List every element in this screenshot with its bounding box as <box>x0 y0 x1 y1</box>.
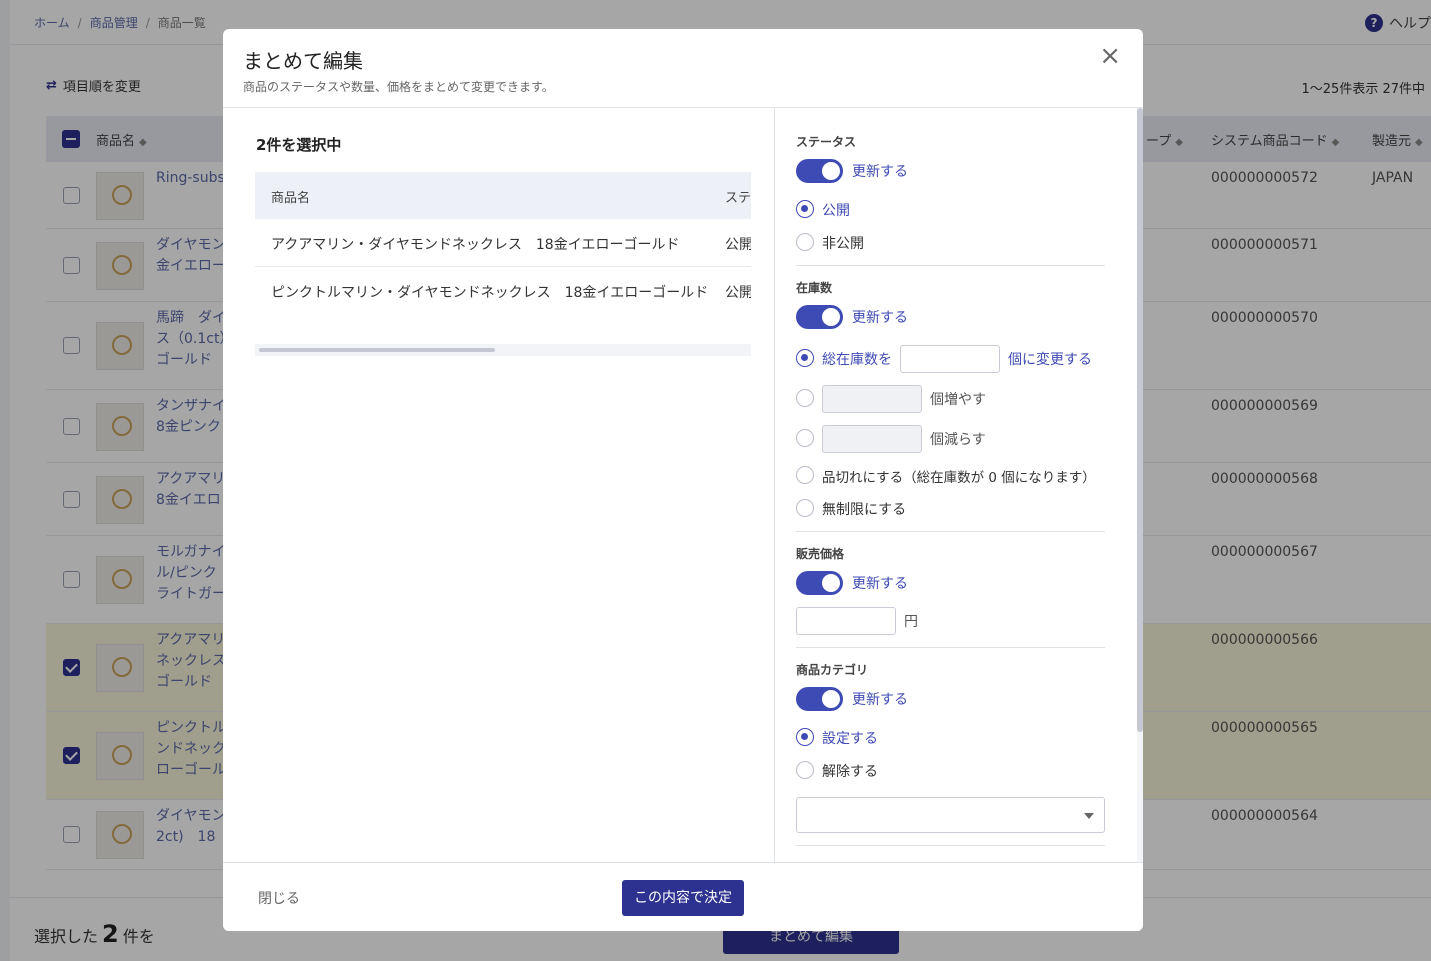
stock-soldout-label: 品切れにする（総在庫数が 0 個になります） <box>822 470 1096 486</box>
stock-unlimited-radio[interactable] <box>796 499 814 517</box>
divider <box>796 647 1105 648</box>
price-input[interactable] <box>796 607 896 635</box>
stock-increase-suffix: 個増やす <box>930 392 986 408</box>
stock-unlimited-label: 無制限にする <box>822 502 907 518</box>
table-header: 商品名 ステー <box>255 172 751 219</box>
modal-title: まとめて編集 <box>243 49 363 73</box>
close-icon[interactable]: × <box>1099 43 1121 69</box>
divider <box>796 845 1105 846</box>
stock-update-toggle[interactable] <box>796 305 843 329</box>
status-update-toggle[interactable] <box>796 159 843 183</box>
stock-decrease-input[interactable] <box>822 425 922 453</box>
product-name: ピンクトルマリン・ダイヤモンドネックレス 18金イエローゴールド <box>271 285 709 301</box>
stock-total-radio[interactable] <box>796 349 814 367</box>
vertical-scrollbar[interactable] <box>1137 108 1143 862</box>
modal-footer: 閉じる この内容で決定 <box>223 862 1143 931</box>
edit-options-panel: ステータス 更新する 公開 非公開 在庫数 更新する 総在庫数を 個に変更する … <box>776 108 1143 862</box>
confirm-button[interactable]: この内容で決定 <box>622 880 744 916</box>
stock-toggle-label: 更新する <box>852 310 908 326</box>
status-private-label: 非公開 <box>822 236 864 252</box>
category-select[interactable] <box>796 797 1105 833</box>
category-set-label: 設定する <box>822 731 878 747</box>
stock-decrease-suffix: 個減らす <box>930 432 986 448</box>
category-update-toggle[interactable] <box>796 687 843 711</box>
category-toggle-label: 更新する <box>852 692 908 708</box>
chevron-down-icon <box>1084 813 1094 819</box>
stock-decrease-radio[interactable] <box>796 429 814 447</box>
modal-subtitle: 商品のステータスや数量、価格をまとめて変更できます。 <box>243 80 554 94</box>
horizontal-scrollbar[interactable] <box>255 344 751 356</box>
category-unset-radio[interactable] <box>796 761 814 779</box>
price-section-title: 販売価格 <box>796 547 845 561</box>
price-update-toggle[interactable] <box>796 571 843 595</box>
modal-header: まとめて編集 商品のステータスや数量、価格をまとめて変更できます。 × <box>223 29 1143 108</box>
bulk-edit-modal: まとめて編集 商品のステータスや数量、価格をまとめて変更できます。 × 2件を選… <box>223 29 1143 931</box>
price-unit: 円 <box>904 614 918 630</box>
status-private-radio[interactable] <box>796 233 814 251</box>
close-button[interactable]: 閉じる <box>258 888 300 908</box>
table-row: ピンクトルマリン・ダイヤモンドネックレス 18金イエローゴールド 公開 <box>255 267 751 314</box>
header-product-name: 商品名 <box>271 191 311 206</box>
stock-section-title: 在庫数 <box>796 281 833 295</box>
stock-total-label: 総在庫数を <box>822 352 892 368</box>
status-public-label: 公開 <box>822 203 850 219</box>
header-status: ステー <box>725 191 751 206</box>
table-row: アクアマリン・ダイヤモンドネックレス 18金イエローゴールド 公開 <box>255 219 751 267</box>
status-public-radio[interactable] <box>796 200 814 218</box>
category-section-title: 商品カテゴリ <box>796 663 869 677</box>
status-section-title: ステータス <box>796 135 857 149</box>
stock-increase-radio[interactable] <box>796 389 814 407</box>
product-name: アクアマリン・ダイヤモンドネックレス 18金イエローゴールド <box>271 237 680 253</box>
status-toggle-label: 更新する <box>852 164 908 180</box>
stock-increase-input[interactable] <box>822 385 922 413</box>
selected-products-table: 商品名 ステー アクアマリン・ダイヤモンドネックレス 18金イエローゴールド 公… <box>255 172 751 314</box>
stock-total-suffix: 個に変更する <box>1008 352 1092 368</box>
stock-total-input[interactable] <box>900 345 1000 373</box>
stock-soldout-radio[interactable] <box>796 466 814 484</box>
product-status: 公開 <box>725 285 751 301</box>
product-status: 公開 <box>725 237 751 253</box>
divider <box>796 531 1105 532</box>
category-set-radio[interactable] <box>796 728 814 746</box>
category-unset-label: 解除する <box>822 764 878 780</box>
selected-count: 2件を選択中 <box>256 136 342 154</box>
divider <box>796 265 1105 266</box>
price-toggle-label: 更新する <box>852 576 908 592</box>
selected-products-panel: 2件を選択中 商品名 ステー アクアマリン・ダイヤモンドネックレス 18金イエロ… <box>223 108 775 862</box>
